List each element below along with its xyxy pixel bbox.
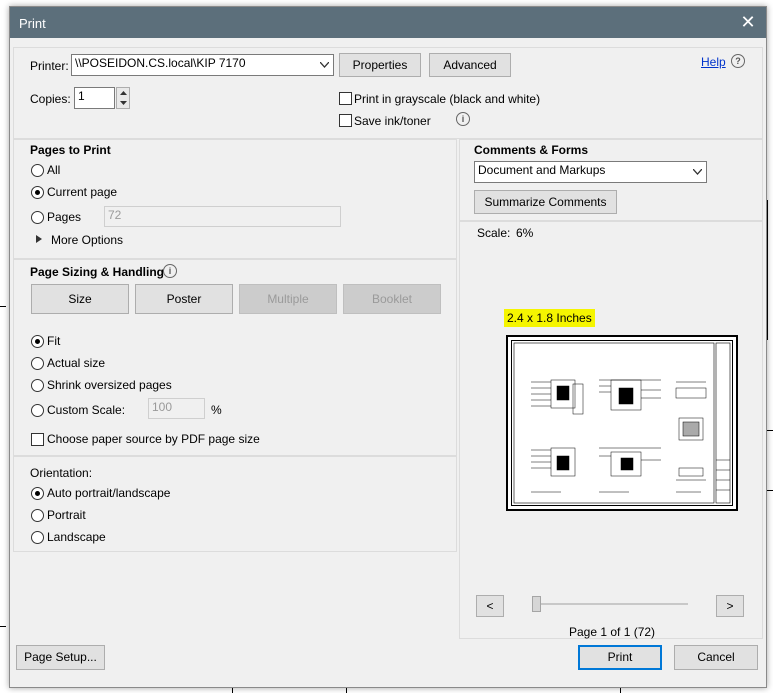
- scale-label: Scale:: [477, 226, 511, 240]
- stepper-up-icon[interactable]: [120, 91, 127, 95]
- advanced-button[interactable]: Advanced: [429, 53, 511, 77]
- previous-page-button[interactable]: <: [476, 595, 504, 617]
- background-line: [0, 306, 6, 307]
- fit-label[interactable]: Fit: [47, 334, 60, 348]
- copies-stepper[interactable]: [116, 87, 130, 109]
- help-icon[interactable]: ?: [731, 54, 745, 68]
- landscape-label[interactable]: Landscape: [47, 530, 106, 544]
- background-line: [767, 430, 773, 431]
- print-dialog: Print ✕ Printer: \\POSEIDON.CS.local\KIP…: [9, 6, 767, 688]
- background-line: [767, 200, 768, 340]
- info-icon[interactable]: i: [456, 112, 470, 126]
- scale-value: 6%: [516, 226, 534, 240]
- actual-size-radio[interactable]: [31, 357, 44, 370]
- cancel-button[interactable]: Cancel: [674, 645, 758, 670]
- page-sizing-panel: Page Sizing & Handling i Size Poster Mul…: [13, 259, 457, 456]
- pages-range-input[interactable]: 72: [104, 206, 341, 227]
- page-slider-thumb[interactable]: [532, 596, 541, 612]
- next-page-button[interactable]: >: [716, 595, 744, 617]
- shrink-oversized-label[interactable]: Shrink oversized pages: [47, 378, 172, 392]
- comments-forms-panel: Comments & Forms Document and Markups Su…: [459, 139, 763, 221]
- current-page-radio[interactable]: [31, 186, 44, 199]
- printer-value: \\POSEIDON.CS.local\KIP 7170: [75, 56, 246, 70]
- orientation-heading: Orientation:: [30, 466, 93, 480]
- dialog-title: Print: [19, 16, 46, 31]
- booklet-tab-button[interactable]: Booklet: [343, 284, 441, 314]
- custom-scale-input[interactable]: 100: [148, 398, 205, 419]
- background-line: [767, 490, 773, 491]
- summarize-comments-button[interactable]: Summarize Comments: [474, 190, 617, 214]
- chevron-down-icon: [320, 62, 329, 68]
- paper-source-checkbox[interactable]: [31, 433, 44, 446]
- custom-scale-label[interactable]: Custom Scale:: [47, 403, 125, 417]
- comments-select[interactable]: Document and Markups: [474, 161, 707, 183]
- info-icon[interactable]: i: [163, 264, 177, 278]
- printer-select[interactable]: \\POSEIDON.CS.local\KIP 7170: [71, 54, 334, 76]
- pages-label[interactable]: Pages: [47, 210, 81, 224]
- fit-radio[interactable]: [31, 335, 44, 348]
- page-setup-button[interactable]: Page Setup...: [16, 645, 105, 670]
- help-link[interactable]: Help: [701, 55, 726, 69]
- drawing-thumbnail: [511, 340, 733, 506]
- save-ink-checkbox[interactable]: [339, 114, 352, 127]
- actual-size-label[interactable]: Actual size: [47, 356, 105, 370]
- landscape-radio[interactable]: [31, 531, 44, 544]
- preview-panel: Scale: 6% 2.4 x 1.8 Inches < > Page 1 of…: [459, 221, 763, 639]
- pages-to-print-panel: Pages to Print All Current page Pages 72…: [13, 139, 457, 259]
- close-icon[interactable]: ✕: [736, 10, 760, 34]
- custom-scale-radio[interactable]: [31, 404, 44, 417]
- page-preview: [506, 335, 738, 511]
- properties-button[interactable]: Properties: [339, 53, 421, 77]
- all-radio[interactable]: [31, 164, 44, 177]
- printer-panel: Printer: \\POSEIDON.CS.local\KIP 7170 Pr…: [13, 47, 763, 139]
- comments-heading: Comments & Forms: [474, 143, 589, 157]
- sizing-heading: Page Sizing & Handling: [30, 265, 165, 279]
- stepper-down-icon[interactable]: [120, 101, 127, 105]
- all-label[interactable]: All: [47, 163, 60, 177]
- auto-orientation-radio[interactable]: [31, 487, 44, 500]
- print-button[interactable]: Print: [578, 645, 662, 670]
- shrink-oversized-radio[interactable]: [31, 379, 44, 392]
- orientation-panel: Orientation: Auto portrait/landscape Por…: [13, 456, 457, 552]
- copies-input[interactable]: 1: [74, 87, 115, 109]
- page-indicator: Page 1 of 1 (72): [569, 625, 656, 639]
- chevron-down-icon: [693, 169, 702, 175]
- portrait-radio[interactable]: [31, 509, 44, 522]
- triangle-right-icon[interactable]: [36, 235, 42, 243]
- portrait-label[interactable]: Portrait: [47, 508, 86, 522]
- multiple-tab-button[interactable]: Multiple: [239, 284, 337, 314]
- background-line: [0, 626, 6, 627]
- page-slider-track[interactable]: [532, 603, 688, 605]
- size-tab-button[interactable]: Size: [31, 284, 129, 314]
- page-size-label: 2.4 x 1.8 Inches: [504, 309, 595, 327]
- paper-source-label[interactable]: Choose paper source by PDF page size: [47, 432, 260, 446]
- auto-orientation-label[interactable]: Auto portrait/landscape: [47, 486, 170, 500]
- printer-label: Printer:: [30, 59, 69, 73]
- current-page-label[interactable]: Current page: [47, 185, 117, 199]
- pages-radio[interactable]: [31, 211, 44, 224]
- more-options-label[interactable]: More Options: [51, 233, 123, 247]
- poster-tab-button[interactable]: Poster: [135, 284, 233, 314]
- grayscale-checkbox[interactable]: [339, 92, 352, 105]
- pages-heading: Pages to Print: [30, 143, 111, 157]
- comments-select-value: Document and Markups: [478, 163, 606, 177]
- copies-label: Copies:: [30, 92, 71, 106]
- save-ink-label[interactable]: Save ink/toner: [354, 114, 431, 128]
- percent-label: %: [211, 403, 222, 417]
- title-bar: Print ✕: [10, 7, 766, 38]
- grayscale-label[interactable]: Print in grayscale (black and white): [354, 92, 540, 106]
